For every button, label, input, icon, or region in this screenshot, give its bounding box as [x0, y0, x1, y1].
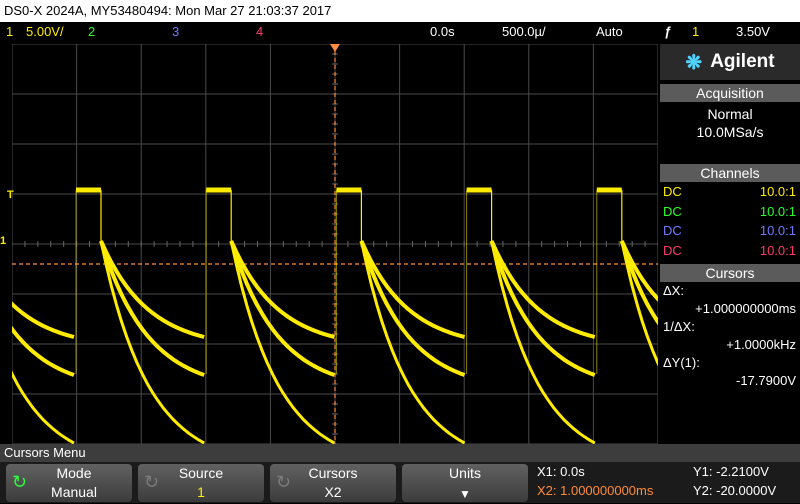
side-panel: ❋ Agilent Acquisition Normal 10.0MSa/s C…: [660, 44, 800, 444]
channel-probe-ratio: 10.0:1: [759, 242, 796, 258]
channels-section: DC 10.0:1 DC 10.0:1 DC 10.0:1 DC 10.0:1: [660, 182, 800, 262]
trigger-mode[interactable]: Auto: [596, 22, 623, 42]
source-softkey[interactable]: ↻ Source 1: [138, 464, 264, 502]
channels-header[interactable]: Channels: [660, 164, 800, 182]
cursors-softkey[interactable]: ↻ Cursors X2: [270, 464, 396, 502]
channel-row-4[interactable]: DC 10.0:1: [660, 241, 800, 261]
delta-x-value: +1.000000000ms: [695, 301, 796, 316]
mode-value: Manual: [51, 484, 97, 500]
cursor-x-readout: X1: 0.0s X2: 1.000000000ms: [537, 462, 687, 503]
channel-row-1[interactable]: DC 10.0:1: [660, 182, 800, 202]
window-title: DS0-X 2024A, MY53480494: Mon Mar 27 21:0…: [0, 0, 800, 22]
trigger-level-marker[interactable]: T: [7, 189, 14, 201]
cursor-y-readout: Y1: -2.2100V Y2: -20.0000V: [693, 462, 800, 503]
submenu-arrow-icon: ▼: [459, 487, 471, 501]
channel-probe-ratio: 10.0:1: [759, 223, 796, 238]
timebase-value[interactable]: 500.0µ/: [502, 22, 546, 42]
source-value: 1: [197, 484, 205, 500]
channel-probe-ratio: 10.0:1: [759, 203, 796, 219]
channel-coupling: DC: [663, 223, 682, 238]
agilent-logo: ❋ Agilent: [660, 44, 800, 80]
trigger-source[interactable]: 1: [692, 22, 699, 42]
ch4-number[interactable]: 4: [256, 22, 263, 42]
mode-label: Mode: [56, 465, 92, 481]
ch1-scale[interactable]: 5.00V/: [26, 22, 64, 42]
x2-readout: X2: 1.000000000ms: [537, 483, 654, 498]
inverse-delta-x-label: 1/ΔX:: [663, 319, 695, 334]
ch2-number[interactable]: 2: [88, 22, 95, 42]
y1-readout: Y1: -2.2100V: [693, 464, 769, 479]
status-bar: 1 5.00V/ 2 3 4 0.0s 500.0µ/ Auto ƒ 1 3.5…: [0, 22, 800, 42]
cursors-header[interactable]: Cursors: [660, 264, 800, 282]
channel-coupling: DC: [663, 242, 682, 258]
sample-rate: 10.0MSa/s: [696, 124, 764, 140]
source-label: Source: [178, 465, 224, 481]
units-label: Units: [449, 465, 481, 481]
ch1-ground-marker[interactable]: 1: [0, 235, 6, 247]
waveform-display[interactable]: T 1: [0, 44, 658, 444]
y2-readout: Y2: -20.0000V: [693, 483, 777, 498]
channel-row-3[interactable]: DC 10.0:1: [660, 221, 800, 241]
delta-y-label: ΔY(1):: [663, 355, 700, 370]
agilent-spark-icon: ❋: [685, 51, 703, 74]
channel-row-2[interactable]: DC 10.0:1: [660, 202, 800, 222]
menu-title: Cursors Menu: [0, 444, 800, 462]
trigger-slope-icon: ƒ: [664, 24, 672, 39]
acquisition-mode: Normal: [707, 106, 753, 122]
cursors-label: Cursors: [308, 465, 358, 481]
logo-text: Agilent: [710, 51, 775, 72]
channel-coupling: DC: [663, 184, 682, 199]
mode-softkey[interactable]: ↻ Mode Manual: [6, 464, 132, 502]
acquisition-header[interactable]: Acquisition: [660, 84, 800, 102]
waveform-graticule: [12, 44, 658, 444]
acquisition-section: Normal 10.0MSa/s: [660, 102, 800, 162]
x1-readout: X1: 0.0s: [537, 464, 585, 479]
inverse-delta-x-value: +1.0000kHz: [726, 337, 796, 352]
delta-y-value: -17.7900V: [736, 373, 796, 388]
ch1-number[interactable]: 1: [6, 22, 13, 42]
cursors-value: X2: [324, 484, 342, 500]
cursors-section: ΔX: +1.000000000ms 1/ΔX: +1.0000kHz ΔY(1…: [660, 282, 800, 444]
channel-coupling: DC: [663, 203, 682, 219]
delay-value[interactable]: 0.0s: [430, 22, 455, 42]
delta-x-label: ΔX:: [663, 283, 684, 298]
ch3-number[interactable]: 3: [172, 22, 179, 42]
channel-probe-ratio: 10.0:1: [759, 184, 796, 199]
units-softkey[interactable]: Units ▼: [402, 464, 528, 502]
trigger-level[interactable]: 3.50V: [736, 22, 770, 42]
